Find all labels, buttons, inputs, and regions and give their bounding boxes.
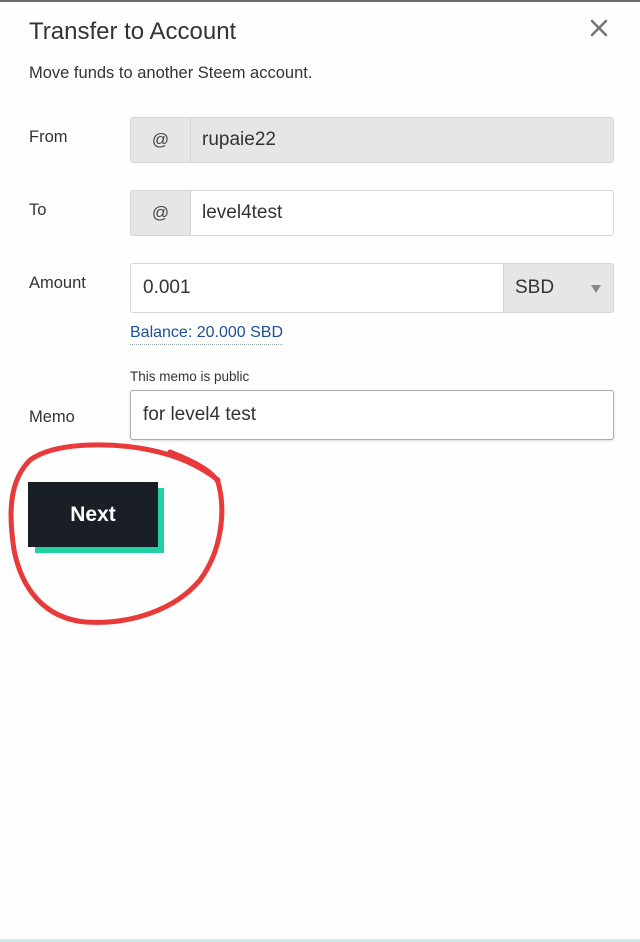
amount-input[interactable]: 0.001 [131, 264, 503, 312]
to-at-addon: @ [131, 191, 191, 235]
next-button[interactable]: Next [28, 482, 158, 547]
currency-select[interactable]: SBD [503, 264, 613, 312]
memo-input[interactable]: for level4 test [130, 390, 614, 440]
amount-field[interactable]: 0.001 SBD [130, 263, 614, 313]
from-at-addon: @ [131, 118, 191, 162]
chevron-down-icon [591, 285, 601, 293]
to-label: To [29, 201, 47, 219]
close-icon [590, 19, 608, 37]
to-input[interactable]: level4test [191, 191, 613, 235]
memo-label: Memo [29, 408, 75, 426]
balance-link[interactable]: Balance: 20.000 SBD [130, 324, 283, 345]
from-label: From [29, 128, 68, 146]
close-button[interactable] [587, 16, 611, 40]
dialog-title: Transfer to Account [29, 18, 237, 45]
next-button-wrapper: Next [28, 482, 164, 554]
dialog-subtitle: Move funds to another Steem account. [29, 64, 313, 82]
amount-label: Amount [29, 274, 86, 292]
from-field: @ rupaie22 [130, 117, 614, 163]
to-field[interactable]: @ level4test [130, 190, 614, 236]
currency-value: SBD [515, 277, 555, 298]
from-value: rupaie22 [191, 118, 613, 162]
memo-public-note: This memo is public [130, 369, 250, 384]
window-top-border [0, 0, 640, 2]
